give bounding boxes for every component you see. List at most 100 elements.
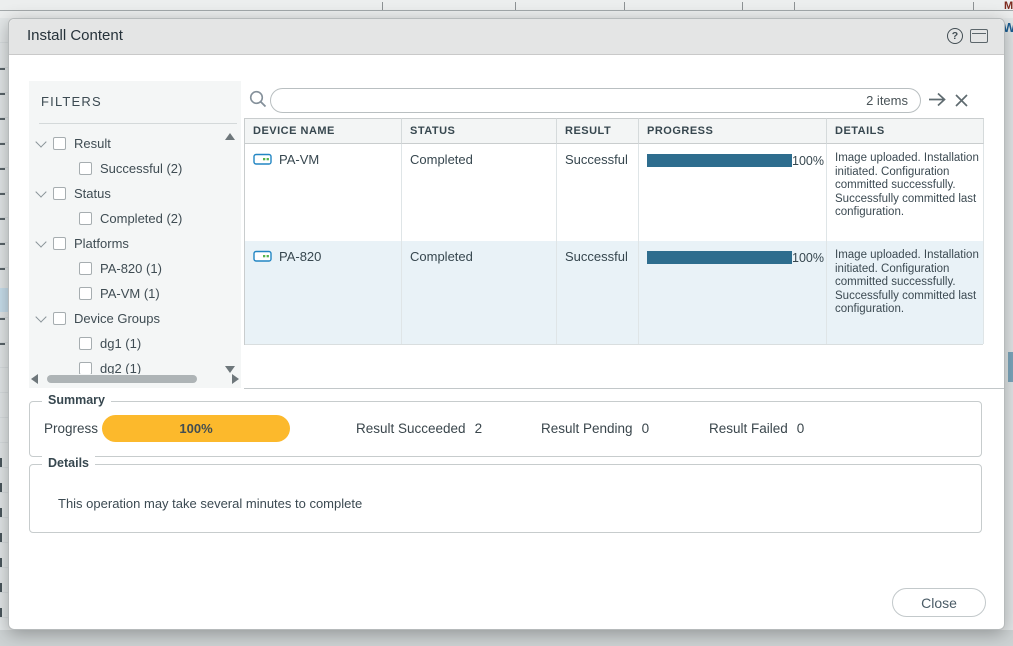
- apply-filter-arrow-icon[interactable]: [927, 91, 948, 113]
- search-input[interactable]: [283, 93, 866, 108]
- background-selected-row-fragment: [0, 288, 8, 312]
- checkbox[interactable]: [79, 287, 92, 300]
- divider: [39, 123, 237, 124]
- checkbox[interactable]: [53, 237, 66, 250]
- items-count-badge: 2 items: [866, 93, 908, 108]
- column-header-result[interactable]: RESULT: [557, 118, 639, 144]
- table-header: DEVICE NAME STATUS RESULT PROGRESS DETAI…: [245, 118, 983, 144]
- install-content-dialog: Install Content ? FILTERS Result Success…: [8, 18, 1005, 630]
- chevron-down-icon[interactable]: [35, 311, 46, 322]
- stat-result-succeeded: Result Succeeded 2: [356, 421, 482, 436]
- chevron-down-icon[interactable]: [35, 186, 46, 197]
- filter-item-dg2[interactable]: dg2 (1): [29, 356, 225, 374]
- search-field[interactable]: 2 items: [270, 88, 921, 113]
- filter-label: Platforms: [74, 236, 129, 251]
- background-text-fragment: M: [1004, 0, 1013, 12]
- stat-value: 0: [642, 421, 650, 436]
- help-icon[interactable]: ?: [947, 28, 963, 44]
- divider: [244, 388, 1004, 389]
- progress-bar: [647, 154, 792, 167]
- window-panel-icon[interactable]: [970, 29, 988, 43]
- checkbox[interactable]: [79, 212, 92, 225]
- chevron-down-icon[interactable]: [35, 236, 46, 247]
- firewall-device-icon: [253, 249, 273, 264]
- stat-value: 0: [797, 421, 805, 436]
- stat-value: 2: [475, 421, 483, 436]
- background-text-fragments: [0, 68, 5, 70]
- column-header-device-name[interactable]: DEVICE NAME: [245, 118, 402, 144]
- device-details: Image uploaded. Installation initiated. …: [827, 144, 984, 241]
- details-message: This operation may take several minutes …: [58, 496, 362, 511]
- background-page-right: [1005, 18, 1013, 630]
- checkbox[interactable]: [53, 312, 66, 325]
- background-page-left: [0, 18, 8, 630]
- background-page-bottom: to read upgrade info. Please try again l…: [0, 630, 1013, 646]
- background-text-fragments: [0, 458, 2, 467]
- search-icon: [248, 89, 268, 114]
- device-name: PA-820: [279, 249, 321, 264]
- stat-label: Result Failed: [709, 421, 788, 436]
- checkbox[interactable]: [53, 137, 66, 150]
- background-column-ticks: [382, 2, 383, 10]
- checkbox[interactable]: [79, 362, 92, 374]
- filter-item-dg1[interactable]: dg1 (1): [29, 331, 225, 356]
- checkbox[interactable]: [79, 262, 92, 275]
- chevron-down-icon[interactable]: [35, 136, 46, 147]
- stat-label: Result Succeeded: [356, 421, 466, 436]
- filter-group-status[interactable]: Status: [29, 181, 225, 206]
- scroll-right-icon[interactable]: [232, 374, 239, 384]
- firewall-device-icon: [253, 152, 273, 167]
- details-section: Details This operation may take several …: [29, 464, 982, 533]
- summary-progress-pill: 100%: [102, 415, 290, 442]
- filter-item-pa-820[interactable]: PA-820 (1): [29, 256, 225, 281]
- scrollbar-thumb[interactable]: [47, 375, 197, 383]
- device-status: Completed: [402, 144, 557, 241]
- filter-label: Result: [74, 136, 111, 151]
- progress-percent: 100%: [792, 251, 824, 265]
- close-button[interactable]: Close: [892, 588, 986, 617]
- column-header-progress[interactable]: PROGRESS: [639, 118, 827, 144]
- filter-item-pa-vm[interactable]: PA-VM (1): [29, 281, 225, 306]
- checkbox[interactable]: [53, 187, 66, 200]
- background-scrollbar-fragment: [1008, 352, 1013, 382]
- filter-group-platforms[interactable]: Platforms: [29, 231, 225, 256]
- horizontal-scrollbar[interactable]: [31, 374, 239, 385]
- filter-label: PA-VM (1): [100, 286, 160, 301]
- summary-legend: Summary: [42, 393, 111, 407]
- column-header-details[interactable]: DETAILS: [827, 118, 984, 144]
- progress-percent: 100%: [792, 154, 824, 168]
- filter-item-completed[interactable]: Completed (2): [29, 206, 225, 231]
- checkbox[interactable]: [79, 337, 92, 350]
- scroll-left-icon[interactable]: [31, 374, 38, 384]
- table-row[interactable]: PA-820 Completed Successful 100% Image u…: [245, 241, 983, 345]
- filter-item-successful[interactable]: Successful (2): [29, 156, 225, 181]
- column-header-status[interactable]: STATUS: [402, 118, 557, 144]
- dialog-header: Install Content ?: [9, 19, 1004, 55]
- stat-label: Result Pending: [541, 421, 633, 436]
- filter-group-device-groups[interactable]: Device Groups: [29, 306, 225, 331]
- filter-label: Status: [74, 186, 111, 201]
- vertical-scrollbar[interactable]: [225, 133, 236, 373]
- stat-result-pending: Result Pending 0: [541, 421, 649, 436]
- scroll-up-icon[interactable]: [225, 133, 235, 140]
- dialog-title: Install Content: [27, 27, 123, 44]
- summary-section: Summary Progress 100% Result Succeeded 2…: [29, 401, 982, 457]
- table-row[interactable]: PA-VM Completed Successful 100% Image up…: [245, 144, 983, 241]
- filter-tree: Result Successful (2) Status Completed (…: [29, 131, 225, 374]
- device-result: Successful: [557, 144, 639, 241]
- scroll-down-icon[interactable]: [225, 366, 235, 373]
- filter-label: Device Groups: [74, 311, 160, 326]
- details-legend: Details: [42, 456, 95, 470]
- device-name: PA-VM: [279, 152, 319, 167]
- filter-label: Successful (2): [100, 161, 182, 176]
- background-divider: [0, 10, 1013, 11]
- filter-label: Completed (2): [100, 211, 182, 226]
- filters-panel: FILTERS Result Successful (2) Status: [29, 81, 241, 388]
- summary-progress-label: Progress: [44, 421, 98, 436]
- filters-title: FILTERS: [41, 94, 102, 109]
- screen: M W to read upgrade info. Please try aga…: [0, 0, 1013, 646]
- clear-filter-x-icon[interactable]: [954, 93, 969, 113]
- checkbox[interactable]: [79, 162, 92, 175]
- filter-group-result[interactable]: Result: [29, 131, 225, 156]
- background-page-top: [0, 0, 1013, 18]
